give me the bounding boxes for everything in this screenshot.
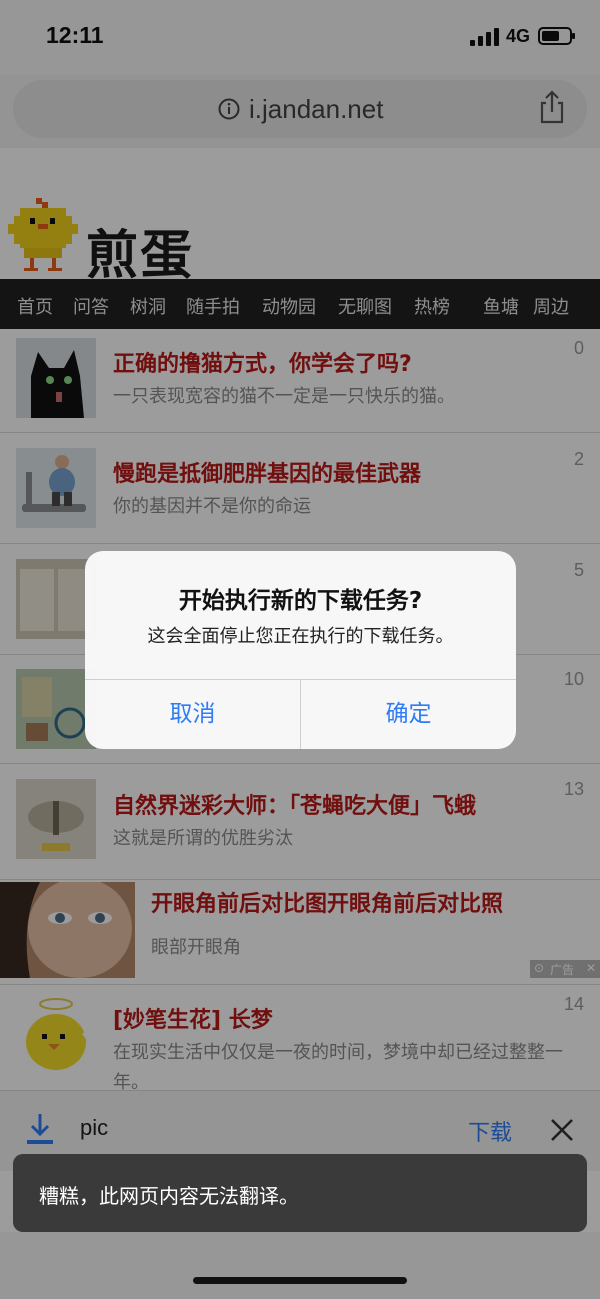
confirm-button[interactable]: 确定 [301, 679, 516, 749]
dialog-title: 开始执行新的下载任务? [178, 588, 423, 614]
download-confirm-dialog: 开始执行新的下载任务? 这会全面停止您正在执行的下载任务。 取消 确定 [85, 551, 516, 749]
toast-message: 糟糕，此网页内容无法翻译。 [39, 1184, 299, 1208]
dialog-message: 这会全面停止您正在执行的下载任务。 [147, 626, 454, 647]
home-indicator[interactable] [193, 1277, 407, 1284]
cancel-button[interactable]: 取消 [85, 679, 300, 749]
